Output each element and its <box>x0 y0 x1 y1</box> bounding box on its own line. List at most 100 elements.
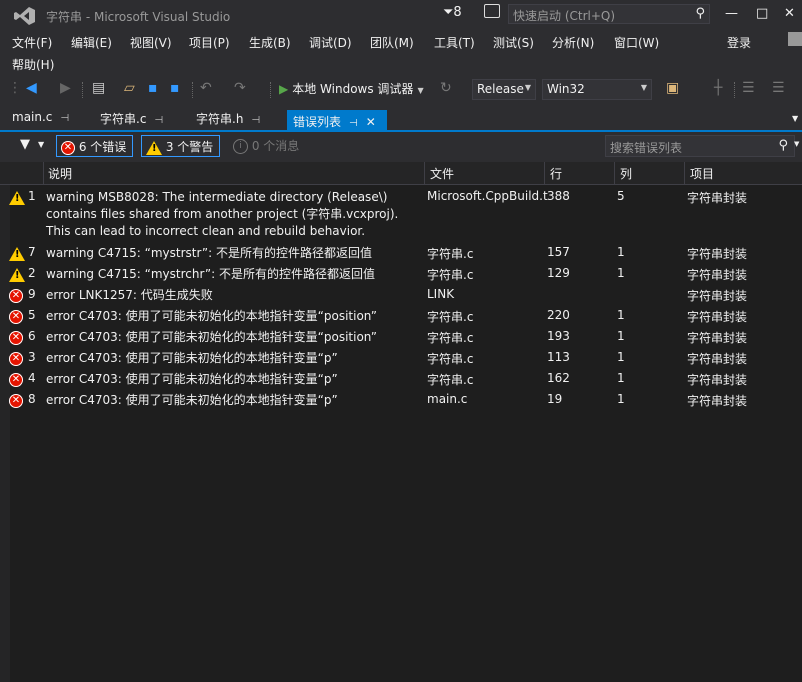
column-separator[interactable] <box>684 162 685 184</box>
notifications-flag[interactable]: ⏷8 <box>443 5 462 20</box>
messages-filter-button[interactable]: i 0 个消息 <box>229 135 304 157</box>
row-number: 1 <box>28 189 36 203</box>
info-icon: i <box>233 139 248 154</box>
chevron-down-icon[interactable]: ▼ <box>794 140 799 148</box>
table-row[interactable]: ✕ 4 error C4703: 使用了可能未初始化的本地指针变量“p” 字符串.c 1… <box>0 369 802 390</box>
menu-project[interactable]: 项目(P) <box>189 34 230 51</box>
grid-header: 说明 文件 行 列 项目 <box>0 162 802 185</box>
search-error-list-box[interactable]: 搜索错误列表 ⚲ <box>605 135 795 157</box>
menu-analyze[interactable]: 分析(N) <box>552 34 594 51</box>
table-row[interactable]: ✕ 8 error C4703: 使用了可能未初始化的本地指针变量“p” main.c… <box>0 390 802 411</box>
find-in-files-icon[interactable]: ▣ <box>666 80 679 96</box>
errors-filter-button[interactable]: ✕ 6 个错误 <box>56 135 133 157</box>
row-project: 字符串封装 <box>687 191 748 205</box>
menu-debug[interactable]: 调试(D) <box>309 34 352 51</box>
chevron-down-icon[interactable]: ▼ <box>38 140 44 149</box>
column-header-project[interactable]: 项目 <box>690 165 714 182</box>
menu-tools[interactable]: 工具(T) <box>434 34 475 51</box>
row-column: 1 <box>617 266 625 280</box>
error-list-toolbar: ▼ ▼ ✕ 6 个错误 3 个警告 i 0 个消息 搜索错误列表 ⚲ ▼ <box>0 132 802 162</box>
table-row[interactable]: 7 warning C4715: “mystrstr”: 不是所有的控件路径都返回… <box>0 243 802 264</box>
search-error-list-input[interactable]: 搜索错误列表 <box>610 139 682 156</box>
warning-icon <box>9 190 25 205</box>
row-line: 113 <box>547 350 570 364</box>
pin-icon[interactable]: ⊣ <box>349 118 358 129</box>
save-icon[interactable]: ▪ <box>148 80 158 96</box>
warning-icon <box>9 267 25 282</box>
open-file-icon[interactable]: ▱ <box>124 80 135 96</box>
column-separator[interactable] <box>424 162 425 184</box>
column-header-file[interactable]: 文件 <box>430 165 454 182</box>
row-project: 字符串封装 <box>687 268 748 282</box>
menu-view[interactable]: 视图(V) <box>130 34 172 51</box>
row-description: error C4703: 使用了可能未初始化的本地指针变量“p” <box>46 393 338 407</box>
maximize-button[interactable]: □ <box>756 6 768 21</box>
row-column: 1 <box>617 308 625 322</box>
row-project: 字符串封装 <box>687 289 748 303</box>
navigate-forward-icon[interactable]: ▶ <box>60 80 71 96</box>
table-row[interactable]: ✕ 6 error C4703: 使用了可能未初始化的本地指针变量“position… <box>0 327 802 348</box>
redo-icon[interactable]: ↷ <box>234 80 246 96</box>
error-icon: ✕ <box>9 309 23 324</box>
table-row[interactable]: ✕ 3 error C4703: 使用了可能未初始化的本地指针变量“p” 字符串.c 1… <box>0 348 802 369</box>
pin-icon[interactable]: ⊣ <box>251 115 260 126</box>
menu-build[interactable]: 生成(B) <box>249 34 291 51</box>
tab-error-list[interactable]: 错误列表 ⊣ ✕ <box>287 110 387 132</box>
toolbar-separator <box>734 82 736 98</box>
minimize-button[interactable]: — <box>725 6 738 21</box>
row-line: 162 <box>547 371 570 385</box>
column-header-description[interactable]: 说明 <box>48 165 72 182</box>
menu-test[interactable]: 测试(S) <box>493 34 534 51</box>
row-file: LINK <box>427 287 455 301</box>
menu-team[interactable]: 团队(M) <box>370 34 414 51</box>
quick-launch-box[interactable]: 快速启动 (Ctrl+Q) ⚲ <box>508 4 710 24</box>
menu-help[interactable]: 帮助(H) <box>12 56 54 73</box>
navigate-back-icon[interactable]: ◀ <box>26 80 37 96</box>
quick-launch-input[interactable]: 快速启动 (Ctrl+Q) <box>513 7 615 24</box>
breakpoint-icon[interactable]: ┼ <box>714 80 722 96</box>
filter-icon[interactable]: ▼ <box>20 137 30 152</box>
column-header-column[interactable]: 列 <box>620 165 632 182</box>
table-row[interactable]: ✕ 5 error C4703: 使用了可能未初始化的本地指针变量“position… <box>0 306 802 327</box>
tab-string-h[interactable]: 字符串.h ⊣ <box>196 110 260 132</box>
toolbar-separator <box>82 82 84 98</box>
tab-main-c[interactable]: main.c ⊣ <box>12 110 69 132</box>
save-all-icon[interactable]: ▪ <box>170 80 180 96</box>
refresh-icon[interactable]: ↻ <box>440 80 452 96</box>
pin-icon[interactable]: ⊣ <box>154 115 163 126</box>
configuration-select[interactable]: Release ▼ <box>472 79 536 100</box>
column-separator[interactable] <box>614 162 615 184</box>
warnings-filter-button[interactable]: 3 个警告 <box>141 135 220 157</box>
warnings-count-label: 3 个警告 <box>165 140 214 154</box>
start-debugging-button[interactable]: ▶ 本地 Windows 调试器 ▼ <box>279 80 424 97</box>
login-link[interactable]: 登录 <box>727 34 751 51</box>
new-project-icon[interactable]: ▤ <box>92 80 105 96</box>
user-avatar-icon[interactable] <box>788 32 802 46</box>
platform-select[interactable]: Win32 ▼ <box>542 79 652 100</box>
column-header-line[interactable]: 行 <box>550 165 562 182</box>
align-left-icon[interactable]: ☰ <box>742 80 755 96</box>
menu-window[interactable]: 窗口(W) <box>614 34 659 51</box>
table-row[interactable]: ✕ 9 error LNK1257: 代码生成失败 LINK 字符串封装 <box>0 285 802 306</box>
row-column: 1 <box>617 350 625 364</box>
column-separator[interactable] <box>544 162 545 184</box>
menu-edit[interactable]: 编辑(E) <box>71 34 112 51</box>
row-description: error C4703: 使用了可能未初始化的本地指针变量“position” <box>46 330 377 344</box>
close-icon[interactable]: ✕ <box>366 115 376 129</box>
window-title: 字符串 - Microsoft Visual Studio <box>46 10 231 24</box>
row-project: 字符串封装 <box>687 373 748 387</box>
search-icon[interactable]: ⚲ <box>778 138 788 153</box>
table-row[interactable]: 2 warning C4715: “mystrchr”: 不是所有的控件路径都返回… <box>0 264 802 285</box>
close-button[interactable]: ✕ <box>784 6 795 21</box>
menu-file[interactable]: 文件(F) <box>12 34 52 51</box>
search-icon[interactable]: ⚲ <box>695 6 705 21</box>
table-row[interactable]: 1 warning MSB8028: The intermediate direc… <box>0 187 802 243</box>
comment-icon[interactable]: ☰ <box>772 80 785 96</box>
row-line: 19 <box>547 392 563 406</box>
undo-icon[interactable]: ↶ <box>200 80 212 96</box>
visual-studio-logo-icon <box>14 7 35 25</box>
tab-string-c[interactable]: 字符串.c ⊣ <box>100 110 163 132</box>
row-number: 5 <box>28 308 36 322</box>
pin-icon[interactable]: ⊣ <box>60 113 69 124</box>
feedback-icon[interactable] <box>484 4 500 18</box>
